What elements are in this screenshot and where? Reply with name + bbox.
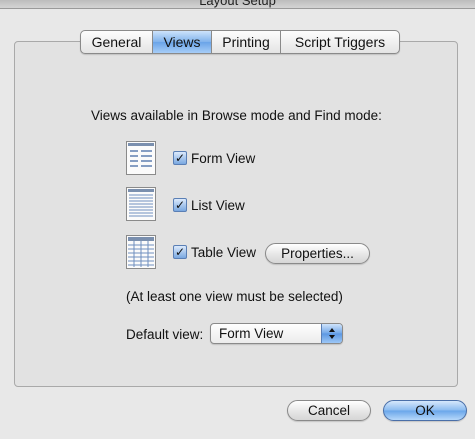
ok-button[interactable]: OK [383, 400, 467, 421]
table-view-checkbox[interactable]: ✓ [173, 245, 187, 259]
form-view-label: Form View [191, 151, 256, 166]
updown-arrow-icon [321, 324, 342, 343]
tab-printing[interactable]: Printing [212, 31, 281, 53]
form-view-icon [126, 141, 156, 175]
list-view-icon [126, 187, 156, 221]
default-view-select[interactable]: Form View [210, 323, 343, 344]
list-view-checkbox[interactable]: ✓ [173, 198, 187, 212]
cancel-button[interactable]: Cancel [287, 400, 371, 421]
properties-button[interactable]: Properties... [265, 243, 370, 264]
tab-views[interactable]: Views [153, 31, 212, 53]
form-view-checkbox[interactable]: ✓ [173, 151, 187, 165]
list-view-label: List View [191, 198, 245, 213]
default-view-label: Default view: [126, 327, 204, 342]
selection-note: (At least one view must be selected) [126, 289, 343, 304]
default-view-value: Form View [219, 326, 284, 341]
tab-bar: General Views Printing Script Triggers [80, 30, 400, 54]
window-title-bar: Layout Setup [0, 0, 475, 9]
views-heading: Views available in Browse mode and Find … [91, 108, 382, 123]
table-view-icon [126, 235, 156, 269]
tab-script-triggers[interactable]: Script Triggers [281, 31, 399, 53]
window-title: Layout Setup [199, 0, 276, 8]
table-view-label: Table View [191, 245, 257, 260]
tab-general[interactable]: General [81, 31, 153, 53]
